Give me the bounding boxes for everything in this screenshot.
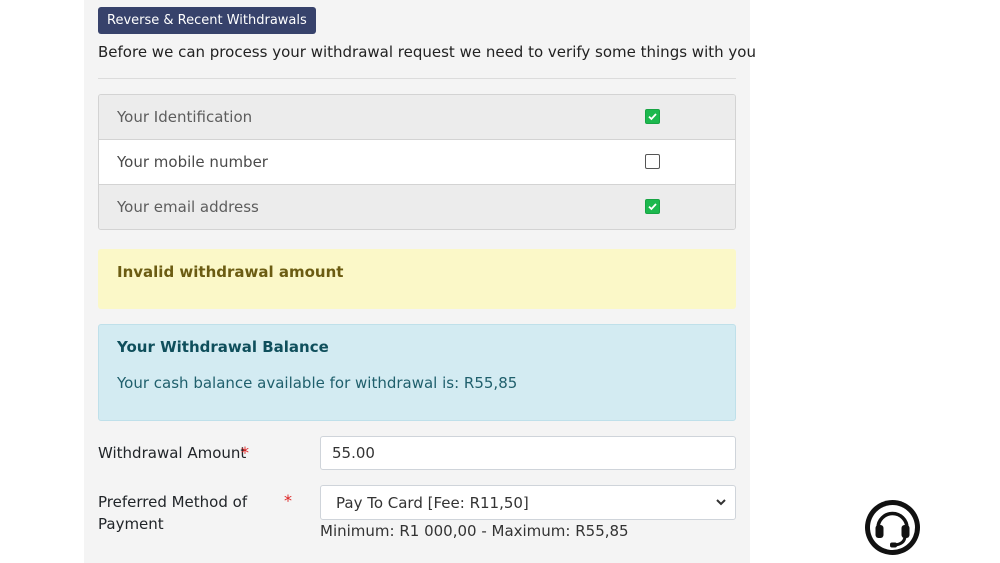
alert-message: Invalid withdrawal amount — [117, 263, 344, 281]
email-checkbox[interactable] — [645, 199, 660, 214]
payment-method-value: Pay To Card [Fee: R11,50] — [336, 494, 529, 512]
withdrawal-amount-label: Withdrawal Amount — [98, 444, 247, 462]
withdrawal-amount-input[interactable] — [320, 436, 736, 470]
payment-method-label-line2: Payment — [98, 515, 164, 533]
identification-checkbox[interactable] — [645, 109, 660, 124]
headset-support-icon — [865, 500, 920, 555]
verification-row-email: Your email address — [99, 185, 735, 229]
support-chat-button[interactable] — [864, 499, 921, 556]
required-asterisk: * — [241, 443, 249, 462]
divider — [98, 78, 736, 79]
verification-label: Your Identification — [117, 108, 253, 126]
chevron-down-icon — [716, 499, 726, 506]
checkmark-icon — [648, 203, 657, 211]
verification-row-mobile: Your mobile number — [99, 140, 735, 185]
balance-title: Your Withdrawal Balance — [117, 338, 329, 356]
verification-intro-text: Before we can process your withdrawal re… — [98, 43, 756, 61]
payment-method-label-line1: Preferred Method of — [98, 493, 248, 511]
balance-text: Your cash balance available for withdraw… — [117, 374, 518, 392]
required-asterisk: * — [284, 491, 292, 510]
payment-method-select[interactable]: Pay To Card [Fee: R11,50] — [320, 485, 736, 520]
withdrawal-balance-alert: Your Withdrawal Balance Your cash balanc… — [98, 324, 736, 421]
verification-label: Your mobile number — [117, 153, 268, 171]
checkmark-icon — [648, 113, 657, 121]
verification-row-identification: Your Identification — [99, 95, 735, 140]
verification-label: Your email address — [117, 198, 259, 216]
reverse-recent-withdrawals-button[interactable]: Reverse & Recent Withdrawals — [98, 7, 316, 34]
mobile-checkbox[interactable] — [645, 154, 660, 169]
withdrawal-limits-text: Minimum: R1 000,00 - Maximum: R55,85 — [320, 522, 629, 540]
verification-checklist: Your Identification Your mobile number Y… — [98, 94, 736, 230]
invalid-amount-alert: Invalid withdrawal amount — [98, 249, 736, 309]
